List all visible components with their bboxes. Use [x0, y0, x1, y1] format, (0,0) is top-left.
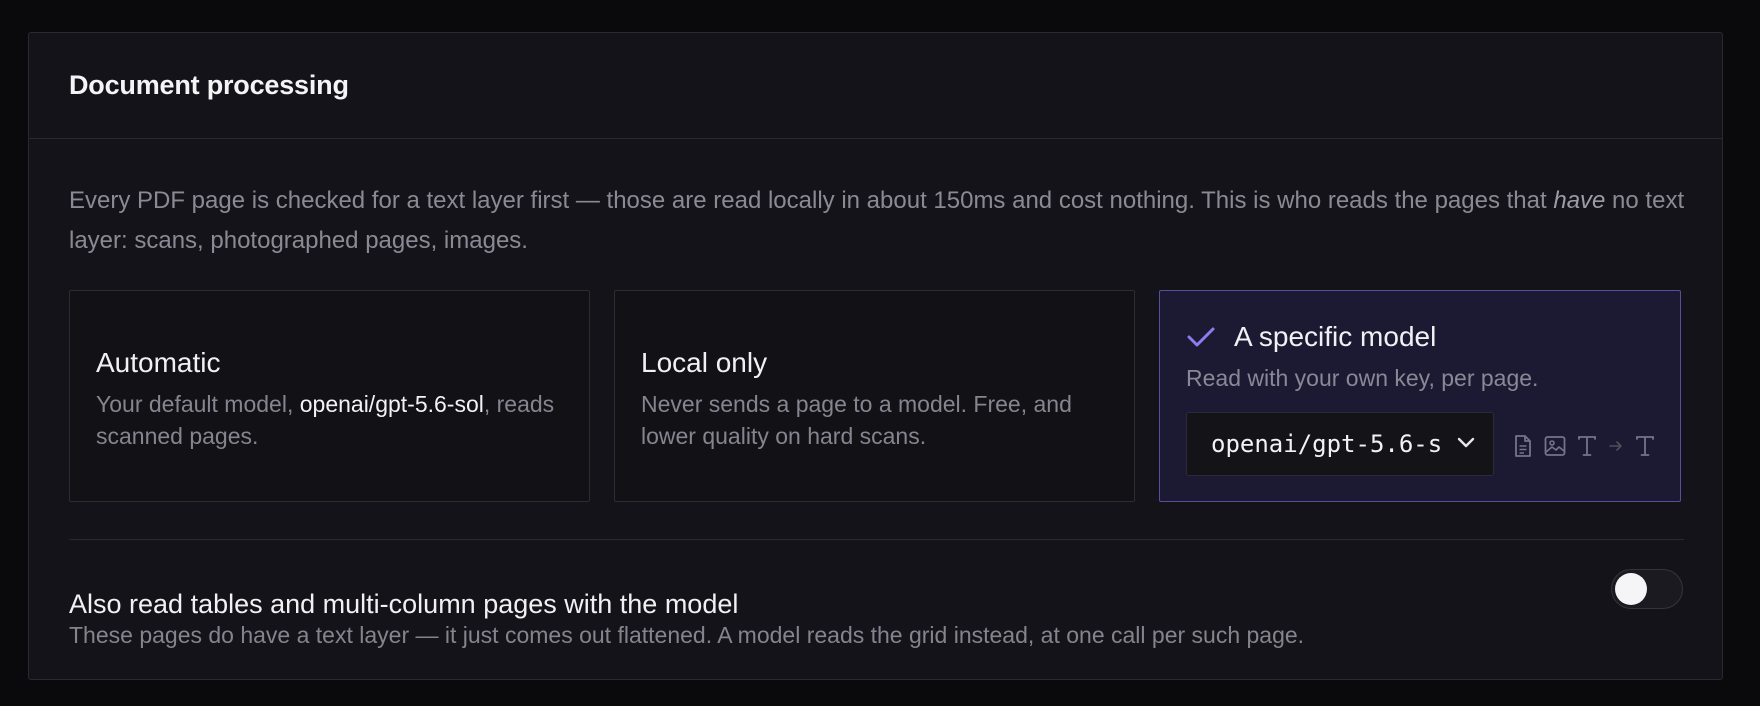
option-automatic[interactable]: Automatic Your default model, openai/gpt…	[69, 290, 590, 502]
checkmark-icon	[1187, 327, 1215, 347]
document-icon	[1515, 435, 1531, 457]
tables-setting-toggle[interactable]	[1611, 569, 1683, 609]
option-automatic-model-name: openai/gpt-5.6-sol	[299, 391, 484, 417]
intro-text-part1: Every PDF page is checked for a text lay…	[69, 187, 1554, 214]
document-processing-panel: Document processing Every PDF page is ch…	[28, 32, 1723, 680]
image-icon	[1544, 436, 1566, 456]
option-local-only-desc: Never sends a page to a model. Free, and…	[641, 391, 1072, 449]
panel-title: Document processing	[69, 70, 349, 100]
toggle-knob	[1615, 573, 1647, 605]
intro-text: Every PDF page is checked for a text lay…	[69, 181, 1689, 261]
text-icon	[1578, 436, 1596, 456]
model-select-value: openai/gpt-5.6-sol	[1211, 430, 1441, 458]
intro-text-emphasis: have	[1553, 187, 1606, 214]
option-local-only-title: Local only	[641, 347, 768, 378]
model-select-dropdown[interactable]: openai/gpt-5.6-sol	[1186, 412, 1494, 476]
option-specific-model[interactable]: A specific model Read with your own key,…	[1159, 290, 1681, 502]
text-icon	[1636, 436, 1654, 456]
model-capabilities	[1512, 434, 1656, 458]
panel-header: Document processing	[29, 33, 1722, 139]
option-specific-model-header: A specific model	[1186, 321, 1436, 353]
chevron-down-icon	[1457, 437, 1475, 448]
option-automatic-desc-before: Your default model,	[96, 391, 300, 417]
option-specific-model-title: A specific model	[1234, 321, 1437, 352]
arrow-right-icon	[1609, 441, 1622, 451]
option-specific-model-desc: Read with your own key, per page.	[1186, 365, 1539, 391]
section-divider	[69, 539, 1684, 540]
option-local-only[interactable]: Local only Never sends a page to a model…	[614, 290, 1135, 502]
option-automatic-title: Automatic	[96, 347, 221, 378]
option-automatic-desc: Your default model, openai/gpt-5.6-sol, …	[96, 388, 566, 452]
tables-setting-desc: These pages do have a text layer — it ju…	[69, 622, 1305, 648]
processing-options: Automatic Your default model, openai/gpt…	[69, 290, 1681, 502]
tables-setting-title: Also read tables and multi-column pages …	[69, 589, 739, 619]
